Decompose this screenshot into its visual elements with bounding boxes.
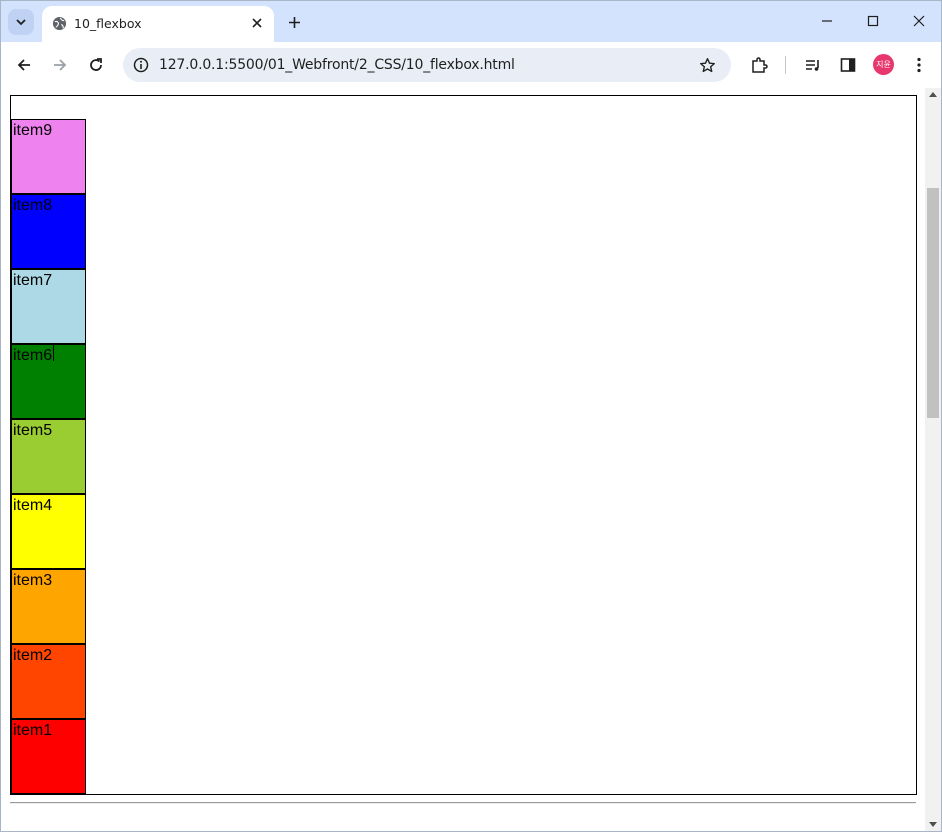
reload-icon [90,58,102,71]
side-panel-button[interactable] [836,53,860,77]
horizontal-rule [10,802,916,804]
flex-item-label: item9 [13,122,53,139]
browser-window: 10_flexbox 127.0.0.1:5500/01_Webfront/2_… [0,0,942,832]
extensions-button[interactable] [747,53,771,77]
flex-item: item6 [11,344,86,419]
media-control-button[interactable] [801,53,825,77]
flex-item-label: item5 [13,422,53,439]
tab-close-button[interactable] [248,14,266,32]
puzzle-icon [752,57,768,73]
side-panel-icon [840,58,856,72]
flex-item-label: item6 [13,347,53,364]
flex-item-label: item8 [13,197,53,214]
flex-item: item1 [11,719,86,794]
maximize-icon [867,15,879,27]
arrow-left-icon [17,59,30,71]
flex-item: item7 [11,269,86,344]
menu-button[interactable] [907,53,931,77]
flex-item-label: item1 [13,722,53,739]
maximize-button[interactable] [853,9,893,33]
toolbar-divider [785,56,786,74]
flex-item-label: item4 [13,497,53,514]
site-info-button[interactable] [131,55,151,75]
star-icon [699,57,715,72]
minimize-icon [822,20,832,22]
flex-item: item8 [11,194,86,269]
minimize-button[interactable] [807,9,847,33]
close-window-button[interactable] [899,9,939,33]
flex-item-label: item3 [13,572,53,589]
new-tab-button[interactable] [283,11,305,33]
tab-title: 10_flexbox [74,16,142,31]
flex-item-label: item7 [13,272,53,289]
forward-button[interactable] [48,53,72,77]
scroll-down-arrow[interactable] [929,822,937,827]
flex-item: item5 [11,419,86,494]
flex-item: item9 [11,119,86,194]
flex-item-label: item2 [13,647,53,664]
media-control-icon [806,60,819,71]
tab-search-button[interactable] [8,9,34,35]
profile-avatar[interactable]: 지윤 [873,54,894,75]
back-button[interactable] [12,53,36,77]
tab-active[interactable]: 10_flexbox [42,6,274,42]
flex-item: item4 [11,494,86,569]
scroll-thumb[interactable] [927,188,939,418]
browser-toolbar: 127.0.0.1:5500/01_Webfront/2_CSS/10_flex… [1,42,941,88]
close-icon [252,18,262,28]
info-icon [133,57,149,73]
flex-item: item2 [11,644,86,719]
flex-item: item3 [11,569,86,644]
chevron-down-icon [16,19,26,26]
text-caret [53,344,54,361]
scroll-up-arrow[interactable] [929,92,937,97]
bookmark-button[interactable] [697,55,717,75]
close-icon [913,15,925,27]
globe-icon [52,16,67,31]
page-viewport: item1 item2 item3 item4 item5 item6 item7 item8… [1,88,925,831]
url-text: 127.0.0.1:5500/01_Webfront/2_CSS/10_flex… [159,57,515,73]
arrow-right-icon [54,59,67,71]
plus-icon [288,16,300,28]
address-bar[interactable]: 127.0.0.1:5500/01_Webfront/2_CSS/10_flex… [123,48,731,82]
reload-button[interactable] [84,53,108,77]
flex-container: item1 item2 item3 item4 item5 item6 item7 item8… [10,95,917,795]
more-vert-icon [917,57,921,73]
vertical-scrollbar[interactable] [925,88,941,831]
tab-strip: 10_flexbox [1,1,941,42]
